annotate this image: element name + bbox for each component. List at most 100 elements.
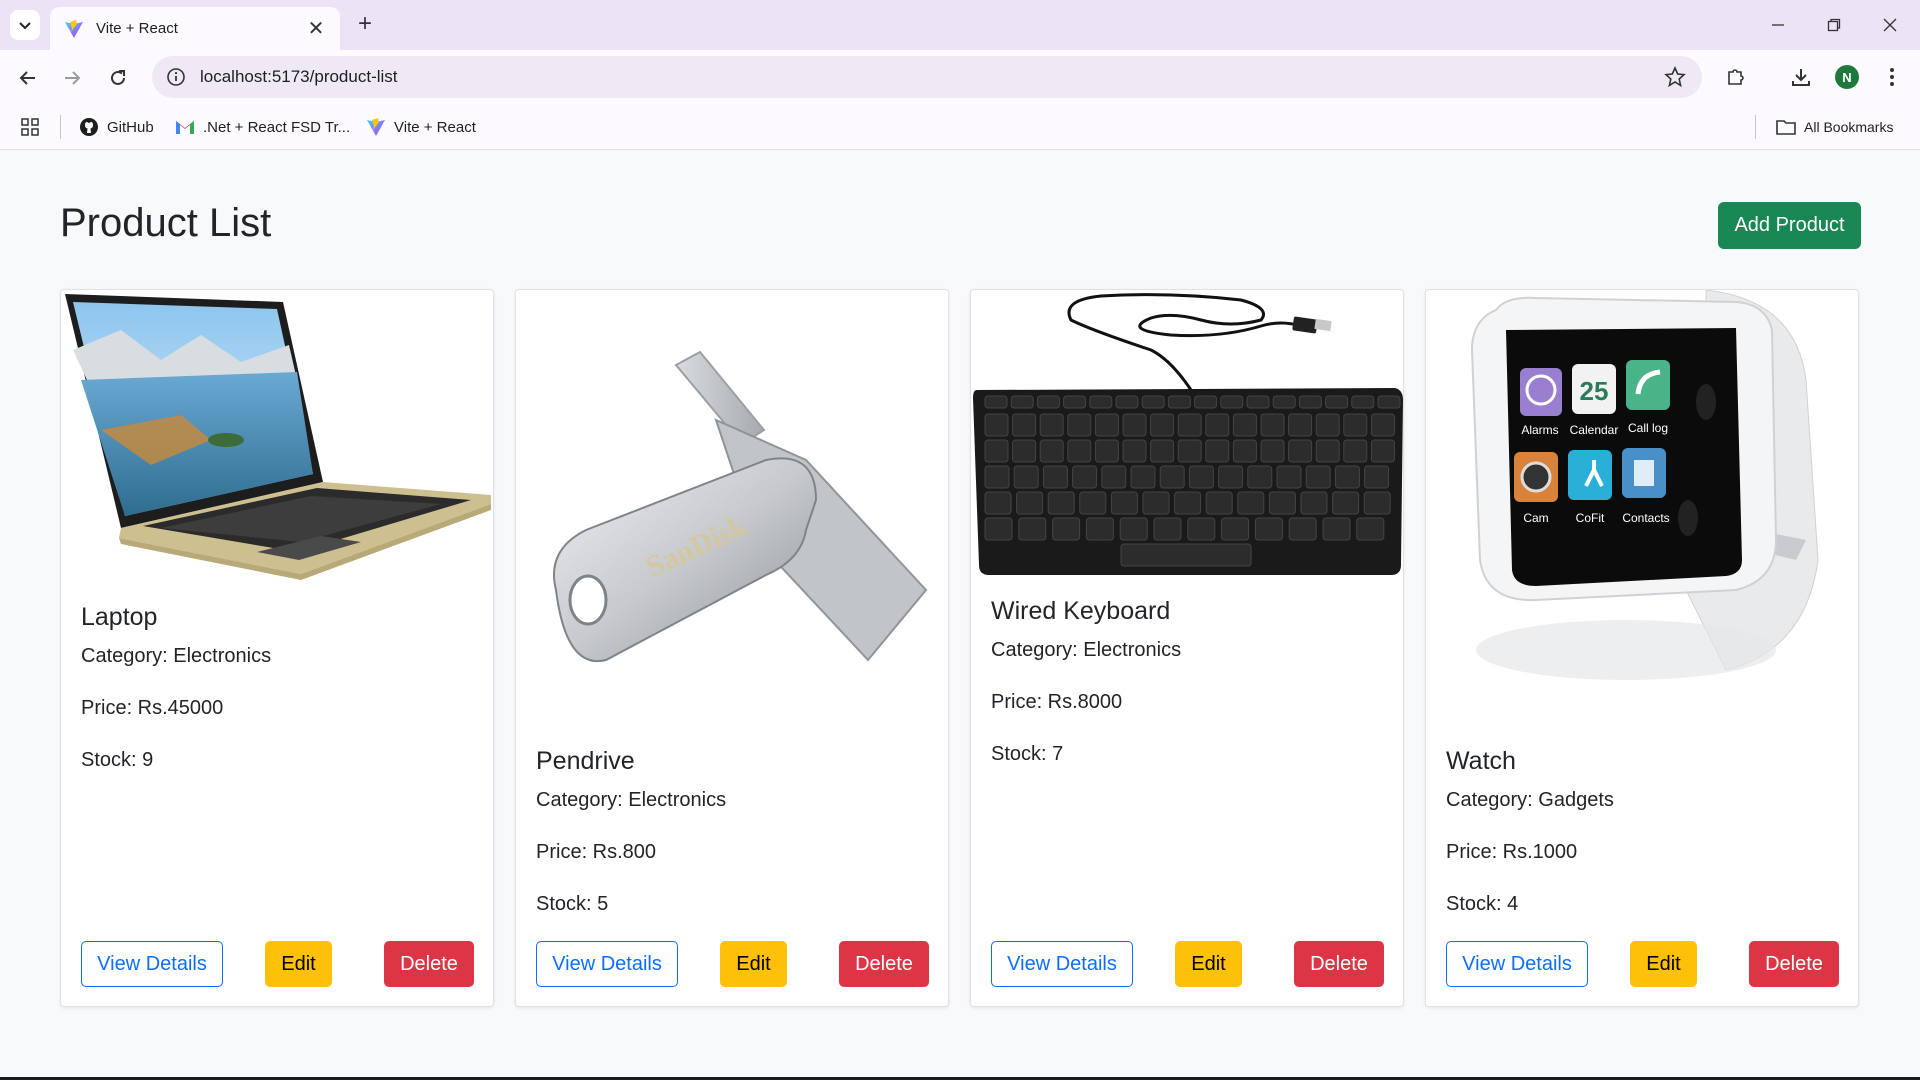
- add-product-button[interactable]: Add Product: [1718, 202, 1861, 249]
- bookmarks-bar: GitHub .Net + React FSD Tr... Vite + Rea…: [0, 103, 1920, 150]
- delete-button[interactable]: Delete: [1294, 941, 1384, 987]
- keyboard-key: [1177, 439, 1202, 463]
- watch-app-label: Contacts: [1622, 511, 1669, 525]
- delete-button[interactable]: Delete: [1749, 941, 1839, 987]
- edit-button[interactable]: Edit: [1175, 941, 1242, 987]
- restore-button[interactable]: [1806, 0, 1862, 50]
- product-category: Category: Electronics: [991, 639, 1182, 661]
- edit-button[interactable]: Edit: [265, 941, 332, 987]
- keyboard-key: [1247, 465, 1273, 489]
- keyboard-key: [1334, 465, 1360, 489]
- bookmark-vite-react[interactable]: Vite + React: [366, 115, 476, 139]
- product-price: Price: Rs.45000: [81, 697, 224, 719]
- close-icon: [1883, 18, 1897, 32]
- keyboard-key: [1089, 395, 1113, 409]
- product-price: Price: Rs.1000: [1446, 841, 1578, 863]
- laptop-image: [65, 294, 491, 580]
- view-details-button[interactable]: View Details: [81, 941, 223, 987]
- tab-strip: Vite + React ✕ +: [0, 0, 1920, 50]
- restore-icon: [1827, 18, 1841, 32]
- bookmark-dotnet-react[interactable]: .Net + React FSD Tr...: [175, 115, 350, 139]
- product-stock: Stock: 7: [991, 743, 1064, 765]
- site-info-icon[interactable]: [166, 67, 186, 87]
- keyboard-key: [1174, 491, 1202, 515]
- download-icon: [1792, 69, 1810, 86]
- extensions-button[interactable]: [1722, 63, 1750, 91]
- keyboard-key: [1094, 439, 1119, 463]
- keyboard-key: [1300, 491, 1328, 515]
- apps-button[interactable]: [20, 115, 40, 139]
- new-tab-button[interactable]: +: [352, 12, 378, 38]
- keyboard-key: [1288, 517, 1317, 541]
- url-text[interactable]: localhost:5173/product-list: [200, 67, 398, 87]
- watch-app-label: Alarms: [1521, 423, 1558, 437]
- tab-search-button[interactable]: [10, 10, 40, 40]
- keyboard-key: [1016, 491, 1044, 515]
- vite-icon: [366, 117, 386, 137]
- product-name: Watch: [1446, 747, 1516, 775]
- keyboard-key: [1079, 491, 1107, 515]
- downloads-button[interactable]: [1787, 63, 1815, 91]
- keyboard-key: [1018, 517, 1047, 541]
- github-icon: [79, 117, 99, 137]
- keyboard-key: [1218, 465, 1244, 489]
- watch-app-label: Call log: [1628, 421, 1668, 435]
- minimize-button[interactable]: [1750, 0, 1806, 50]
- close-window-button[interactable]: [1862, 0, 1918, 50]
- back-button[interactable]: [13, 63, 43, 93]
- view-details-button[interactable]: View Details: [991, 941, 1133, 987]
- keyboard-key: [1377, 395, 1401, 409]
- bookmark-label: .Net + React FSD Tr...: [203, 118, 351, 136]
- keyboard-key: [1122, 439, 1147, 463]
- keyboard-key: [1188, 465, 1214, 489]
- browser-tab[interactable]: Vite + React ✕: [50, 7, 340, 50]
- keyboard-key: [1177, 413, 1202, 437]
- bookmarks-divider: [60, 115, 61, 139]
- bookmark-github[interactable]: GitHub: [79, 115, 154, 139]
- address-bar[interactable]: localhost:5173/product-list: [152, 56, 1702, 98]
- keyboard-key: [1332, 491, 1360, 515]
- bookmarks-divider: [1755, 115, 1756, 139]
- keyboard-key: [1119, 517, 1148, 541]
- keyboard-key: [1067, 413, 1092, 437]
- product-card-watch: 25 Alarms Calendar Call log Cam CoFit Co…: [1425, 289, 1859, 1007]
- keyboard-key: [1094, 413, 1119, 437]
- keyboard-key: [1039, 413, 1064, 437]
- kebab-menu-icon: [1890, 68, 1894, 86]
- bookmark-star-icon[interactable]: [1664, 66, 1686, 88]
- keyboard-key: [984, 395, 1008, 409]
- bookmark-label: Vite + React: [394, 118, 476, 136]
- edit-button[interactable]: Edit: [1630, 941, 1697, 987]
- product-price: Price: Rs.8000: [991, 691, 1123, 713]
- delete-button[interactable]: Delete: [384, 941, 474, 987]
- product-category: Category: Gadgets: [1446, 789, 1614, 811]
- edit-button[interactable]: Edit: [720, 941, 787, 987]
- all-bookmarks-button[interactable]: All Bookmarks: [1776, 115, 1893, 139]
- keyboard-key: [984, 491, 1012, 515]
- keyboard-key: [1254, 517, 1283, 541]
- keyboard-key: [1260, 439, 1285, 463]
- view-details-button[interactable]: View Details: [536, 941, 678, 987]
- keyboard-key: [1153, 517, 1182, 541]
- menu-button[interactable]: [1878, 63, 1906, 91]
- keyboard-key: [1315, 439, 1340, 463]
- close-tab-icon[interactable]: ✕: [306, 16, 326, 41]
- folder-icon: [1776, 117, 1796, 137]
- profile-button[interactable]: N: [1833, 63, 1861, 91]
- product-stock: Stock: 9: [81, 749, 154, 771]
- keyboard-key: [1085, 517, 1114, 541]
- avatar-initial: N: [1842, 69, 1852, 85]
- keyboard-key: [1237, 491, 1265, 515]
- reload-button[interactable]: [103, 63, 133, 93]
- keyboard-key: [1205, 439, 1230, 463]
- keyboard-key: [1150, 439, 1175, 463]
- arrow-left-icon: [19, 71, 35, 85]
- bookmark-label: GitHub: [107, 118, 154, 136]
- delete-button[interactable]: Delete: [839, 941, 929, 987]
- all-bookmarks-label: All Bookmarks: [1804, 119, 1894, 135]
- view-details-button[interactable]: View Details: [1446, 941, 1588, 987]
- keyboard-key: [984, 517, 1013, 541]
- puzzle-icon: [1728, 69, 1744, 85]
- forward-button[interactable]: [57, 63, 87, 93]
- tab-title: Vite + React: [96, 20, 178, 37]
